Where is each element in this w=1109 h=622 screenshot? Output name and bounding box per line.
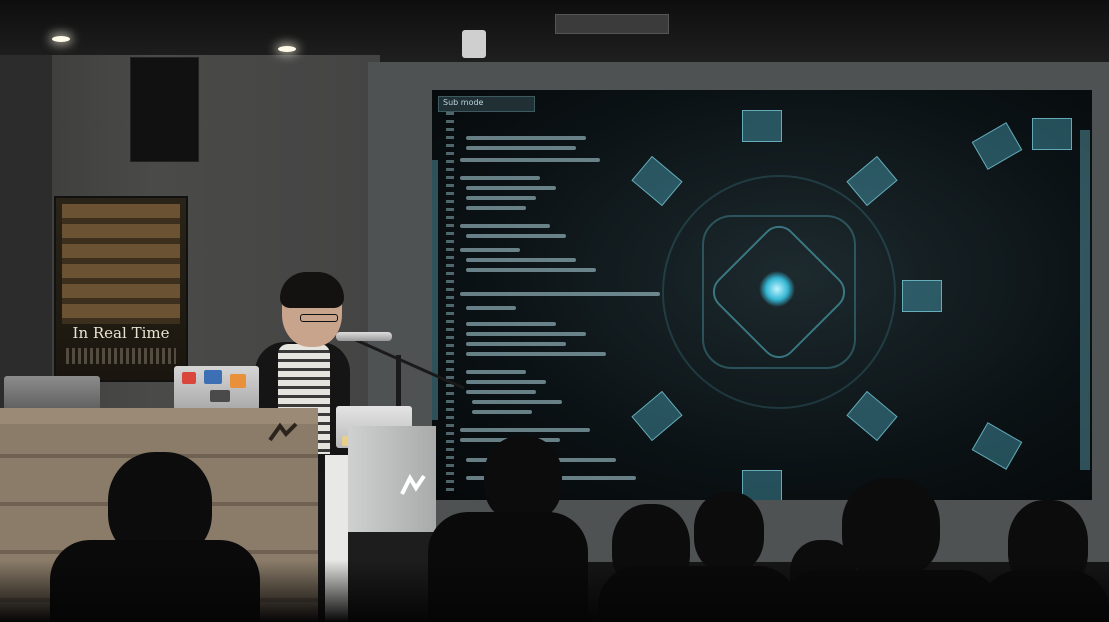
wall-column	[0, 55, 52, 415]
code-line	[466, 370, 526, 374]
editor-mode-label: Sub mode	[443, 98, 484, 107]
code-line	[466, 322, 556, 326]
art-tile	[631, 155, 683, 207]
art-tile	[742, 470, 782, 500]
code-line	[460, 428, 590, 432]
art-tile	[1032, 118, 1072, 150]
floor-shadow	[0, 560, 1109, 622]
code-line	[466, 342, 566, 346]
presenter-glasses	[300, 314, 338, 322]
microphone	[336, 332, 392, 341]
sticker	[182, 372, 196, 384]
code-line	[466, 380, 546, 384]
art-tile	[846, 390, 898, 442]
poster-photo	[62, 204, 180, 324]
code-line	[460, 176, 540, 180]
wall-speaker	[130, 57, 199, 162]
code-line	[460, 224, 550, 228]
code-line	[466, 258, 576, 262]
code-line	[472, 400, 562, 404]
code-line	[466, 196, 536, 200]
sticker	[210, 390, 230, 402]
editor-toolbar: Sub mode	[438, 96, 535, 112]
ceiling-spotlight	[462, 30, 486, 58]
art-tile	[631, 390, 683, 442]
editor-line-numbers	[446, 112, 454, 492]
code-line	[466, 332, 586, 336]
code-line	[466, 146, 576, 150]
art-tile	[846, 155, 898, 207]
code-line	[466, 306, 516, 310]
ceiling-spotlight	[274, 38, 300, 52]
presenter-hair	[280, 272, 344, 308]
laptop-left	[4, 376, 100, 410]
code-line	[466, 352, 606, 356]
code-line	[466, 136, 586, 140]
sticker	[230, 374, 246, 388]
code-line	[466, 186, 556, 190]
art-tile	[902, 280, 942, 312]
art-tile	[742, 110, 782, 142]
ceiling-spotlight	[48, 28, 74, 42]
sticker	[204, 370, 222, 384]
counter-logo	[266, 420, 300, 446]
art-edge-bar	[1080, 130, 1090, 470]
ceiling-vent	[555, 14, 669, 34]
code-line	[466, 206, 526, 210]
code-line	[460, 292, 660, 296]
poster-title: In Real Time	[72, 324, 170, 342]
art-edge-bar	[432, 160, 438, 420]
code-line	[460, 248, 520, 252]
event-poster: In Real Time	[54, 196, 188, 382]
code-line	[466, 234, 566, 238]
art-tile	[971, 122, 1023, 170]
audience-head	[484, 436, 562, 522]
code-line	[460, 158, 600, 162]
code-line	[466, 390, 536, 394]
art-tile	[971, 422, 1023, 470]
laptop-with-stickers	[174, 366, 259, 410]
poster-subtitle	[66, 348, 176, 364]
code-line	[466, 268, 596, 272]
podium-logo	[396, 470, 430, 500]
code-line	[472, 410, 532, 414]
microphone-stand	[396, 355, 401, 410]
